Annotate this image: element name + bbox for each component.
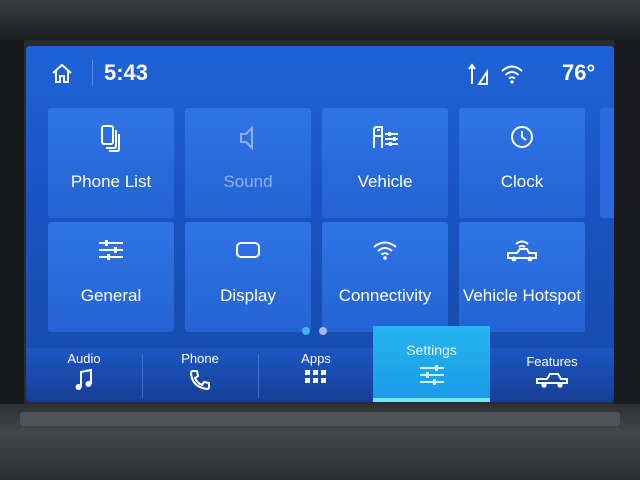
page-dot[interactable] bbox=[319, 327, 327, 335]
next-page-tile-edge[interactable] bbox=[600, 108, 614, 218]
network-signal-icon bbox=[468, 63, 488, 85]
nav-features[interactable]: Features bbox=[490, 348, 614, 402]
tile-vehicle[interactable]: Vehicle bbox=[322, 108, 448, 218]
tile-sound[interactable]: Sound bbox=[185, 108, 311, 218]
touchscreen: 5:43 76° Phone List Sound Vehicle Clock … bbox=[26, 46, 614, 402]
wifi-status-icon bbox=[501, 65, 523, 84]
nav-label: Features bbox=[526, 354, 578, 369]
outside-temperature: 76° bbox=[562, 60, 596, 85]
nav-label: Phone bbox=[181, 351, 219, 366]
music-note-icon bbox=[75, 368, 92, 390]
tile-label: Display bbox=[220, 286, 276, 305]
nav-label: Settings bbox=[406, 342, 457, 358]
phone-handset-icon bbox=[189, 370, 210, 391]
clock-icon bbox=[511, 126, 533, 148]
home-icon[interactable] bbox=[50, 62, 74, 84]
truck-icon bbox=[536, 373, 568, 388]
wifi-icon bbox=[373, 241, 397, 260]
tile-label: Connectivity bbox=[338, 286, 432, 305]
nav-phone[interactable]: Phone bbox=[142, 348, 258, 402]
phone-list-icon bbox=[101, 125, 120, 152]
sliders-icon bbox=[99, 240, 123, 260]
nav-settings[interactable]: Settings bbox=[373, 326, 490, 402]
nav-label: Apps bbox=[301, 351, 331, 366]
tile-label: Clock bbox=[500, 172, 544, 191]
page-dot-active[interactable] bbox=[302, 327, 310, 335]
display-icon bbox=[236, 242, 260, 258]
tile-clock[interactable]: Clock bbox=[459, 108, 585, 218]
bezel-right bbox=[614, 40, 640, 410]
tile-label: Phone List bbox=[70, 172, 152, 191]
apps-grid-icon bbox=[305, 370, 326, 383]
bezel-lip bbox=[20, 412, 620, 426]
tile-label: General bbox=[80, 286, 142, 305]
hotspot-icon bbox=[507, 240, 537, 262]
bezel-left bbox=[0, 40, 24, 410]
status-divider bbox=[92, 60, 93, 86]
bottom-nav: Audio Phone Apps Features bbox=[26, 348, 614, 402]
bezel-top bbox=[0, 0, 640, 40]
nav-label: Audio bbox=[67, 351, 101, 366]
tile-general[interactable]: General bbox=[48, 222, 174, 332]
tile-label: Sound bbox=[223, 172, 273, 191]
vehicle-settings-icon bbox=[373, 126, 398, 148]
nav-apps[interactable]: Apps bbox=[258, 348, 374, 402]
tile-label: Vehicle Hotspot bbox=[462, 286, 582, 305]
page-indicator bbox=[302, 322, 336, 340]
tile-connectivity[interactable]: Connectivity bbox=[322, 222, 448, 332]
nav-audio[interactable]: Audio bbox=[26, 348, 142, 402]
status-bar: 5:43 76° bbox=[26, 46, 614, 98]
speaker-icon bbox=[240, 125, 253, 151]
tile-phone-list[interactable]: Phone List bbox=[48, 108, 174, 218]
settings-sliders-icon bbox=[419, 365, 444, 385]
tile-vehicle-hotspot[interactable]: Vehicle Hotspot bbox=[459, 222, 585, 332]
clock-time: 5:43 bbox=[104, 60, 149, 85]
active-indicator bbox=[373, 398, 490, 402]
tile-label: Vehicle bbox=[357, 172, 413, 191]
tile-display[interactable]: Display bbox=[185, 222, 311, 332]
